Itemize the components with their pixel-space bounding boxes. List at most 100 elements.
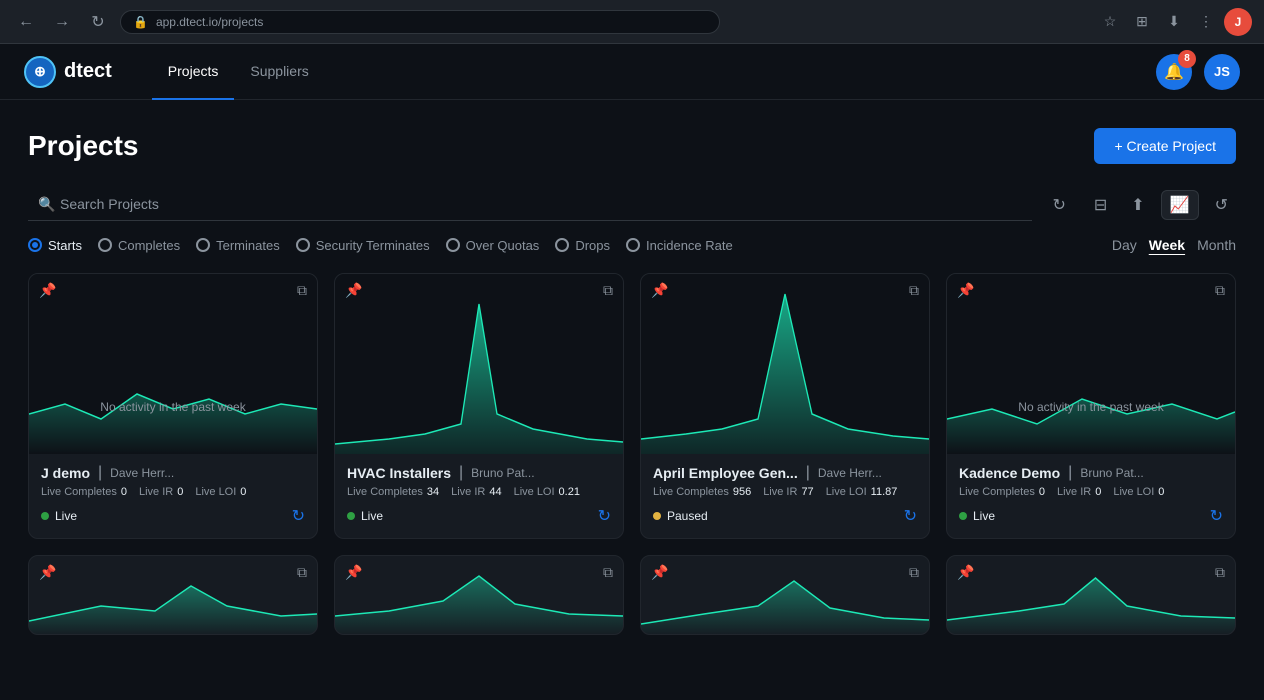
back-button[interactable]: ← [12, 8, 40, 36]
project-card-3[interactable]: 📌 ⧉ No activity in the past week [946, 273, 1236, 539]
over-quotas-label: Over Quotas [466, 238, 540, 253]
reset-button[interactable]: ↺ [1207, 191, 1236, 219]
pin-button-7[interactable]: 📌 [957, 564, 974, 581]
refresh-button[interactable]: ↻ [1044, 191, 1073, 219]
notifications-button[interactable]: 🔔 8 [1156, 54, 1192, 90]
extensions-button[interactable]: ⊞ [1128, 8, 1156, 36]
project-card-1[interactable]: 📌 ⧉ HVAC Installers [334, 273, 624, 539]
status-dot-1 [347, 512, 355, 520]
chart-view-button[interactable]: 📈 [1161, 190, 1199, 220]
stat-live-ir-val-0: 0 [177, 486, 183, 498]
sync-icon-2: ↻ [904, 506, 917, 526]
card-body-3: Kadence Demo | Bruno Pat... Live Complet… [947, 454, 1235, 538]
download-button[interactable]: ⬇ [1160, 8, 1188, 36]
logo-icon: ⊕ [24, 56, 56, 88]
search-icon: 🔍 [38, 196, 55, 213]
stat-live-completes-val-0: 0 [121, 486, 127, 498]
card-owner-1: Bruno Pat... [471, 466, 534, 480]
chart-svg-1 [335, 274, 623, 454]
pin-button-2[interactable]: 📌 [651, 282, 668, 299]
stat-live-loi-0: Live LOI 0 [195, 486, 246, 498]
logo-text: dtect [64, 60, 112, 83]
copy-button-7[interactable]: ⧉ [1215, 564, 1225, 581]
stat-live-completes-val-3: 0 [1039, 486, 1045, 498]
chart-svg-0 [29, 274, 317, 454]
pin-button-4[interactable]: 📌 [39, 564, 56, 581]
stat-live-ir-2: Live IR 77 [763, 486, 814, 498]
sync-icon-3: ↻ [1210, 506, 1223, 526]
over-quotas-radio [446, 238, 460, 252]
time-day-button[interactable]: Day [1112, 237, 1137, 253]
filter-button[interactable]: ⊟ [1086, 191, 1115, 219]
card-actions-0: 📌 ⧉ [29, 282, 317, 299]
bottom-cards-grid: 📌 ⧉ 📌 ⧉ [28, 555, 1236, 635]
stat-live-ir-0: Live IR 0 [139, 486, 183, 498]
toolbar: 🔍 ↻ ⊟ ⬆ 📈 ↺ [28, 188, 1236, 221]
security-terminates-radio [296, 238, 310, 252]
bottom-card-6[interactable]: 📌 ⧉ [640, 555, 930, 635]
address-bar[interactable]: 🔒 app.dtect.io/projects [120, 10, 720, 34]
search-container: 🔍 [28, 188, 1032, 221]
pin-button-0[interactable]: 📌 [39, 282, 56, 299]
card-chart-0: 📌 ⧉ No activity in the past week [29, 274, 317, 454]
card-stats-2: Live Completes 956 Live IR 77 Live LOI 1… [653, 486, 917, 498]
toolbar-actions: ⊟ ⬆ 📈 ↺ [1086, 190, 1236, 220]
search-input[interactable] [28, 188, 1032, 221]
filter-drops[interactable]: Drops [555, 238, 610, 253]
pin-button-5[interactable]: 📌 [345, 564, 362, 581]
filter-incidence-rate[interactable]: Incidence Rate [626, 238, 733, 253]
drops-radio [555, 238, 569, 252]
nav-projects[interactable]: Projects [152, 44, 235, 100]
url-text: app.dtect.io/projects [156, 15, 263, 29]
copy-button-6[interactable]: ⧉ [909, 564, 919, 581]
filter-terminates[interactable]: Terminates [196, 238, 280, 253]
filter-starts[interactable]: Starts [28, 238, 82, 253]
copy-button-2[interactable]: ⧉ [909, 282, 919, 299]
project-card-0[interactable]: 📌 ⧉ No activity in the past week [28, 273, 318, 539]
filter-completes[interactable]: Completes [98, 238, 180, 253]
filter-over-quotas[interactable]: Over Quotas [446, 238, 540, 253]
create-project-button[interactable]: + Create Project [1094, 128, 1236, 164]
bottom-card-actions-6: 📌 ⧉ [641, 564, 929, 581]
stat-live-loi-2: Live LOI 11.87 [826, 486, 898, 498]
incidence-rate-label: Incidence Rate [646, 238, 733, 253]
time-week-button[interactable]: Week [1149, 237, 1185, 253]
security-terminates-label: Security Terminates [316, 238, 430, 253]
pin-button-3[interactable]: 📌 [957, 282, 974, 299]
refresh-button[interactable]: ↻ [84, 8, 112, 36]
bottom-card-4[interactable]: 📌 ⧉ [28, 555, 318, 635]
user-avatar[interactable]: JS [1204, 54, 1240, 90]
bottom-card-7[interactable]: 📌 ⧉ [946, 555, 1236, 635]
copy-button-3[interactable]: ⧉ [1215, 282, 1225, 299]
forward-button[interactable]: → [48, 8, 76, 36]
card-footer-1: Live ↻ [347, 506, 611, 526]
pin-button-6[interactable]: 📌 [651, 564, 668, 581]
stat-live-loi-1: Live LOI 0.21 [514, 486, 580, 498]
pin-button-1[interactable]: 📌 [345, 282, 362, 299]
copy-button-1[interactable]: ⧉ [603, 282, 613, 299]
bookmark-button[interactable]: ☆ [1096, 8, 1124, 36]
card-body-2: April Employee Gen... | Dave Herr... Liv… [641, 454, 929, 538]
browser-actions: ☆ ⊞ ⬇ ⋮ J [1096, 8, 1252, 36]
time-month-button[interactable]: Month [1197, 237, 1236, 253]
export-button[interactable]: ⬆ [1123, 191, 1152, 219]
copy-button-4[interactable]: ⧉ [297, 564, 307, 581]
bottom-card-5[interactable]: 📌 ⧉ [334, 555, 624, 635]
copy-button-0[interactable]: ⧉ [297, 282, 307, 299]
card-title-row-1: HVAC Installers | Bruno Pat... [347, 464, 611, 482]
project-card-2[interactable]: 📌 ⧉ April Employee Gen... [640, 273, 930, 539]
time-range: Day Week Month [1112, 237, 1236, 253]
copy-button-5[interactable]: ⧉ [603, 564, 613, 581]
status-text-3: Live [973, 509, 995, 523]
stat-live-completes-val-1: 34 [427, 486, 439, 498]
stat-live-loi-3: Live LOI 0 [1113, 486, 1164, 498]
nav-suppliers[interactable]: Suppliers [234, 44, 324, 100]
logo: ⊕ dtect [24, 56, 112, 88]
secure-icon: 🔒 [133, 15, 148, 29]
menu-button[interactable]: ⋮ [1192, 8, 1220, 36]
card-owner-0: Dave Herr... [110, 466, 174, 480]
card-chart-1: 📌 ⧉ [335, 274, 623, 454]
stat-live-loi-val-0: 0 [240, 486, 246, 498]
card-title-row-2: April Employee Gen... | Dave Herr... [653, 464, 917, 482]
filter-security-terminates[interactable]: Security Terminates [296, 238, 430, 253]
